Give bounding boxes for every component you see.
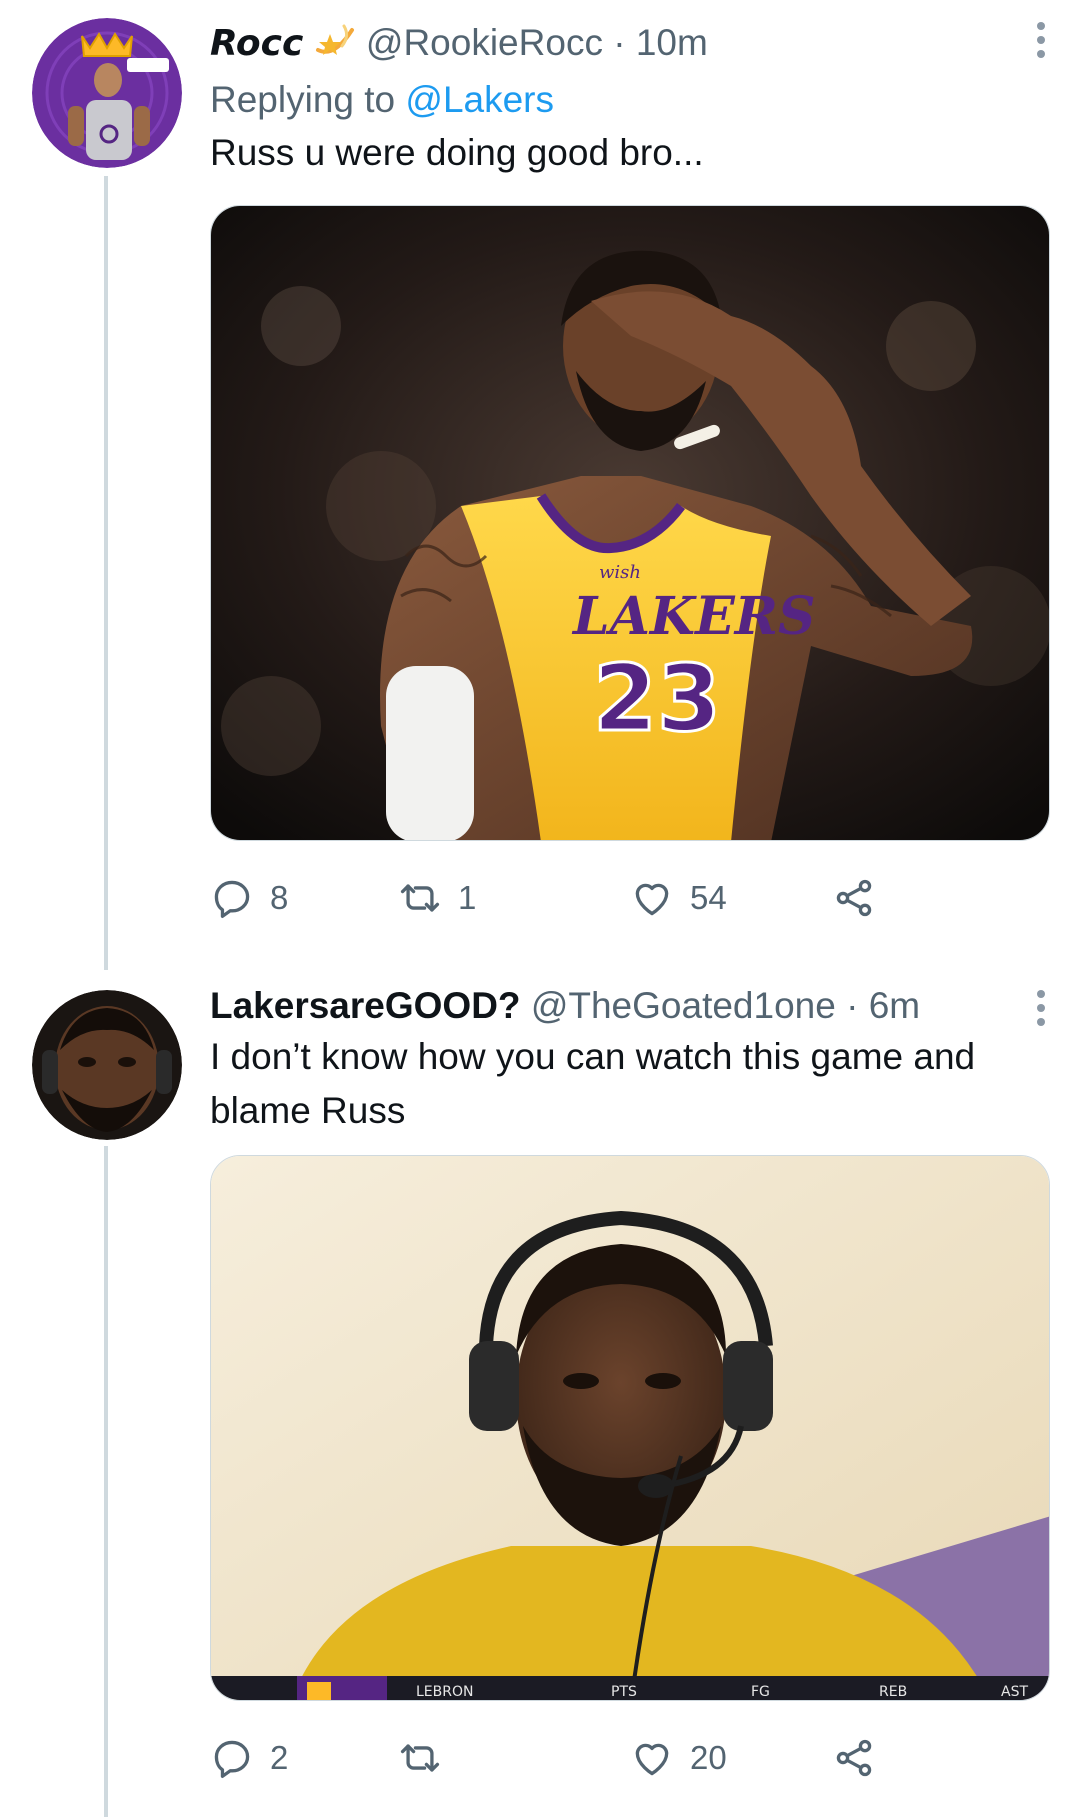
avatar-image [32,18,182,168]
tweet-image[interactable]: LAKERS wish 23 [210,205,1050,841]
handle[interactable]: @TheGoated1one [531,985,836,1026]
thread-line [104,176,108,970]
tweet-actions: 8 1 54 [210,870,1050,926]
tweet-image[interactable]: LEBRON PTS FG REB AST [210,1155,1050,1701]
reply-count: 8 [270,879,289,916]
like-count: 20 [690,1739,727,1776]
replying-prefix: Replying to [210,79,396,120]
tweet-header: LakersareGOOD? @TheGoated1one · 6m [210,984,1050,1028]
display-name[interactable]: LakersareGOOD? [210,985,521,1026]
timestamp[interactable]: 6m [869,985,920,1026]
retweet-icon [400,1744,440,1772]
tweet-actions: 2 20 [210,1730,1050,1786]
replying-to: Replying to @Lakers [210,78,1050,122]
avatar-image [32,990,182,1140]
share-icon [836,1739,872,1777]
tweet-1[interactable]: Rocc @RookieRocc · 10m Replying to @Lake… [0,0,1080,970]
lower-third-pts: PTS [611,1684,637,1700]
share-icon [836,879,872,917]
lower-third-name: LEBRON [416,1684,473,1700]
jersey-sponsor-text: wish [599,562,641,583]
retweet-button[interactable] [398,1730,458,1786]
tweet-header: Rocc @RookieRocc · 10m [210,20,1050,70]
more-icon[interactable] [1034,22,1048,58]
separator: · [613,21,626,63]
more-icon[interactable] [1034,990,1048,1026]
star-emoji-icon [314,20,356,70]
lower-third-ast: AST [1001,1684,1028,1700]
image-basketball-player-facepalm: LAKERS wish 23 [211,206,1049,840]
tweet-text: Russ u were doing good bro... [210,132,704,173]
retweet-count: 1 [458,879,477,916]
share-button[interactable] [832,1730,876,1786]
reply-icon [214,1740,250,1778]
separator: · [846,985,859,1026]
lower-third-fg: FG [751,1684,770,1700]
tweet-text: I don’t know how you can watch this game… [210,1036,976,1131]
retweet-button[interactable]: 1 [398,870,476,926]
avatar[interactable] [32,18,182,168]
retweet-icon [400,884,440,912]
reply-count: 2 [270,1739,289,1776]
like-count: 54 [690,879,727,916]
reply-icon [214,880,250,918]
avatar[interactable] [32,990,182,1140]
like-button[interactable]: 20 [630,1730,727,1786]
lower-third-reb: REB [879,1684,907,1700]
like-icon [635,883,669,916]
share-button[interactable] [832,870,876,926]
jersey-team-text: LAKERS [571,586,816,647]
like-icon [635,1743,669,1776]
thread-line [104,1146,108,1817]
display-name[interactable]: Rocc [210,23,303,64]
jersey-number-text: 23 [593,645,721,752]
reply-button[interactable]: 8 [210,870,288,926]
reply-button[interactable]: 2 [210,1730,288,1786]
replying-to-link[interactable]: @Lakers [405,79,554,120]
timestamp[interactable]: 10m [636,22,708,63]
like-button[interactable]: 54 [630,870,727,926]
tweet-2[interactable]: LakersareGOOD? @TheGoated1one · 6m I don… [0,960,1080,1817]
image-basketball-player-headset: LEBRON PTS FG REB AST [211,1156,1049,1700]
handle[interactable]: @RookieRocc [366,22,603,63]
